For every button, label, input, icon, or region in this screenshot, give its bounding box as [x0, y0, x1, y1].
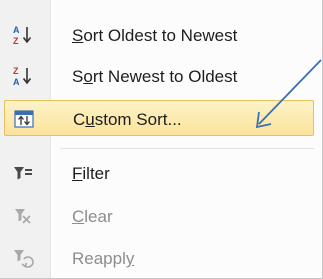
menu-item-clear[interactable]: Clear: [4, 198, 314, 234]
menu-item-sort-newest-to-oldest[interactable]: Z A Sort Newest to Oldest: [4, 58, 314, 94]
menu-item-sort-oldest-to-newest[interactable]: A Z Sort Oldest to Newest: [4, 17, 314, 53]
clear-filter-icon: [12, 205, 34, 227]
menu-item-reapply[interactable]: Reapply: [4, 240, 314, 276]
svg-text:A: A: [13, 25, 20, 35]
svg-text:Z: Z: [13, 66, 19, 76]
menu-item-label: Sort Oldest to Newest: [72, 26, 238, 45]
menu-item-label: Clear: [72, 207, 113, 226]
svg-text:A: A: [13, 77, 20, 87]
sort-ascending-az-icon: A Z: [12, 24, 34, 46]
sort-filter-context-menu: A Z Sort Oldest to Newest Z A Sort Newes…: [0, 0, 323, 279]
sort-descending-za-icon: Z A: [12, 65, 34, 87]
menu-item-custom-sort[interactable]: Custom Sort...: [4, 100, 314, 136]
custom-sort-icon: [13, 108, 35, 130]
menu-item-label: Filter: [72, 164, 110, 183]
filter-icon: [12, 162, 34, 184]
svg-text:Z: Z: [13, 36, 19, 46]
menu-item-label: Custom Sort...: [73, 110, 182, 129]
menu-item-filter[interactable]: Filter: [4, 155, 314, 191]
reapply-filter-icon: [12, 247, 34, 269]
menu-item-label: Sort Newest to Oldest: [72, 67, 238, 86]
menu-separator: [60, 148, 314, 149]
menu-item-label: Reapply: [72, 249, 135, 268]
